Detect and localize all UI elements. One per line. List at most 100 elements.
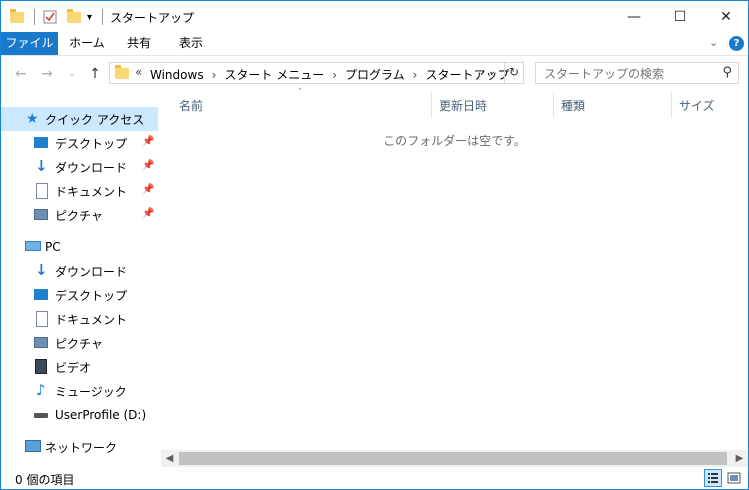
breadcrumb-programs[interactable]: プログラム bbox=[345, 68, 405, 82]
pin-icon[interactable]: 📌 bbox=[142, 160, 154, 171]
sidebar-item-label: デスクトップ bbox=[55, 136, 128, 151]
pin-icon[interactable]: 📌 bbox=[142, 208, 154, 219]
breadcrumb-startup[interactable]: スタートアップ bbox=[425, 68, 509, 82]
chevron-right-icon[interactable]: › bbox=[332, 68, 337, 82]
explorer-window: ▾ スタートアップ — ☐ ✕ ファイル ホーム 共有 表示 ⌄ ? ← → ⌄… bbox=[0, 0, 749, 490]
sidebar-item-label: ダウンロード bbox=[55, 264, 128, 279]
pc-icon bbox=[25, 241, 41, 251]
qa-separator bbox=[34, 9, 35, 25]
sidebar-item-pc-documents[interactable]: ドキュメント bbox=[1, 307, 158, 331]
sidebar-item-pc-videos[interactable]: ビデオ bbox=[1, 355, 158, 379]
tab-home[interactable]: ホーム bbox=[63, 32, 111, 55]
download-arrow-icon: ↓ bbox=[35, 157, 48, 175]
column-divider[interactable] bbox=[671, 92, 672, 118]
sidebar-item-pc-desktop[interactable]: デスクトップ bbox=[1, 283, 158, 307]
column-header-modified[interactable]: 更新日時 bbox=[439, 97, 487, 114]
sidebar-item-quick-access[interactable]: ★ クイック アクセス bbox=[1, 107, 158, 131]
pictures-icon bbox=[34, 209, 48, 220]
search-input[interactable] bbox=[542, 65, 716, 83]
file-list[interactable]: ˄ 名前 更新日時 種類 サイズ このフォルダーは空です。 bbox=[161, 88, 748, 450]
qa-separator bbox=[102, 9, 103, 25]
column-header-size[interactable]: サイズ bbox=[679, 97, 715, 114]
details-view-icon[interactable] bbox=[704, 469, 722, 487]
sidebar-item-label: ネットワーク bbox=[45, 440, 118, 455]
ribbon-expand-icon[interactable]: ⌄ bbox=[709, 36, 718, 49]
pin-icon[interactable]: 📌 bbox=[142, 184, 154, 195]
sidebar-item-network[interactable]: ネットワーク bbox=[1, 435, 158, 459]
tab-file[interactable]: ファイル bbox=[1, 32, 58, 55]
title-bar: ▾ スタートアップ — ☐ ✕ bbox=[1, 1, 748, 32]
minimize-button[interactable]: — bbox=[611, 1, 657, 32]
address-bar[interactable]: « Windows › スタート メニュー › プログラム › スタートアップ ⌄ ↻ bbox=[109, 62, 524, 84]
column-header-type[interactable]: 種類 bbox=[561, 97, 585, 114]
back-button[interactable]: ← bbox=[11, 64, 31, 84]
breadcrumb-start-menu[interactable]: スタート メニュー bbox=[224, 68, 324, 82]
sidebar-item-pc-downloads[interactable]: ↓ ダウンロード bbox=[1, 259, 158, 283]
chevron-right-icon[interactable]: › bbox=[212, 68, 217, 82]
sidebar-item-label: ビデオ bbox=[55, 360, 92, 375]
scroll-right-icon[interactable]: ▶ bbox=[731, 451, 748, 466]
network-icon bbox=[25, 440, 41, 452]
status-bar: 0 個の項目 bbox=[1, 467, 748, 489]
sidebar-item-pc[interactable]: PC bbox=[1, 235, 158, 259]
sidebar-item-label: UserProfile (D:) bbox=[55, 408, 147, 422]
pictures-icon bbox=[34, 337, 48, 348]
ribbon-tabs: ファイル ホーム 共有 表示 ⌄ ? bbox=[1, 32, 748, 56]
large-icons-view-icon[interactable] bbox=[725, 469, 743, 487]
sidebar-item-qa-pictures[interactable]: ピクチャ 📌 bbox=[1, 203, 158, 227]
sidebar-item-pc-pictures[interactable]: ピクチャ bbox=[1, 331, 158, 355]
column-divider[interactable] bbox=[431, 92, 432, 118]
sidebar-item-label: PC bbox=[45, 240, 61, 254]
sidebar-item-label: デスクトップ bbox=[55, 288, 128, 303]
horizontal-scrollbar[interactable]: ◀ ▶ bbox=[161, 450, 748, 467]
close-button[interactable]: ✕ bbox=[703, 1, 748, 32]
customize-qa-icon[interactable]: ▾ bbox=[87, 8, 92, 26]
scrollbar-thumb[interactable] bbox=[179, 452, 727, 465]
desktop-icon bbox=[34, 289, 48, 300]
desktop-icon bbox=[34, 137, 48, 148]
tab-share[interactable]: 共有 bbox=[117, 32, 161, 55]
document-icon bbox=[36, 183, 48, 199]
window-title: スタートアップ bbox=[110, 11, 195, 25]
help-icon[interactable]: ? bbox=[729, 36, 744, 51]
music-note-icon: ♪ bbox=[36, 381, 46, 399]
properties-icon[interactable] bbox=[43, 8, 57, 26]
breadcrumb-windows[interactable]: Windows bbox=[150, 68, 204, 82]
sidebar-item-label: ピクチャ bbox=[55, 336, 103, 351]
star-icon: ★ bbox=[26, 111, 39, 127]
sidebar-item-label: ドキュメント bbox=[55, 312, 128, 327]
new-folder-icon[interactable] bbox=[67, 8, 81, 26]
up-button[interactable]: ↑ bbox=[85, 64, 105, 84]
search-icon[interactable]: ⚲ bbox=[722, 65, 732, 80]
search-box[interactable]: ⚲ bbox=[535, 62, 739, 84]
sidebar-item-qa-documents[interactable]: ドキュメント 📌 bbox=[1, 179, 158, 203]
refresh-icon[interactable]: ↻ bbox=[509, 65, 519, 79]
maximize-button[interactable]: ☐ bbox=[657, 1, 703, 32]
sidebar-item-pc-music[interactable]: ♪ ミュージック bbox=[1, 379, 158, 403]
sort-ascending-icon: ˄ bbox=[298, 88, 303, 98]
empty-folder-message: このフォルダーは空です。 bbox=[383, 134, 526, 148]
navigation-pane: ★ クイック アクセス デスクトップ 📌 ↓ ダウンロード 📌 ドキュメント 📌… bbox=[1, 97, 161, 467]
address-separator bbox=[504, 63, 505, 83]
scroll-left-icon[interactable]: ◀ bbox=[161, 451, 178, 466]
overflow-icon[interactable]: « bbox=[135, 65, 142, 79]
chevron-right-icon[interactable]: › bbox=[413, 68, 418, 82]
document-icon bbox=[36, 311, 48, 327]
breadcrumb: Windows › スタート メニュー › プログラム › スタートアップ bbox=[150, 66, 510, 83]
download-arrow-icon: ↓ bbox=[35, 261, 48, 279]
recent-locations-icon[interactable]: ⌄ bbox=[62, 64, 82, 84]
sidebar-item-qa-desktop[interactable]: デスクトップ 📌 bbox=[1, 131, 158, 155]
forward-button[interactable]: → bbox=[37, 64, 57, 84]
sidebar-item-label: ピクチャ bbox=[55, 208, 103, 223]
address-dropdown-icon[interactable]: ⌄ bbox=[488, 66, 496, 77]
sidebar-item-qa-downloads[interactable]: ↓ ダウンロード 📌 bbox=[1, 155, 158, 179]
pin-icon[interactable]: 📌 bbox=[142, 136, 154, 147]
item-count: 0 個の項目 bbox=[15, 473, 75, 487]
column-header-name[interactable]: 名前 bbox=[179, 97, 203, 114]
folder-icon bbox=[10, 8, 24, 26]
sidebar-item-label: クイック アクセス bbox=[45, 112, 145, 127]
sidebar-item-pc-drive-d[interactable]: UserProfile (D:) bbox=[1, 403, 158, 427]
column-divider[interactable] bbox=[553, 92, 554, 118]
sidebar-item-label: ミュージック bbox=[55, 384, 127, 399]
tab-view[interactable]: 表示 bbox=[167, 32, 215, 55]
